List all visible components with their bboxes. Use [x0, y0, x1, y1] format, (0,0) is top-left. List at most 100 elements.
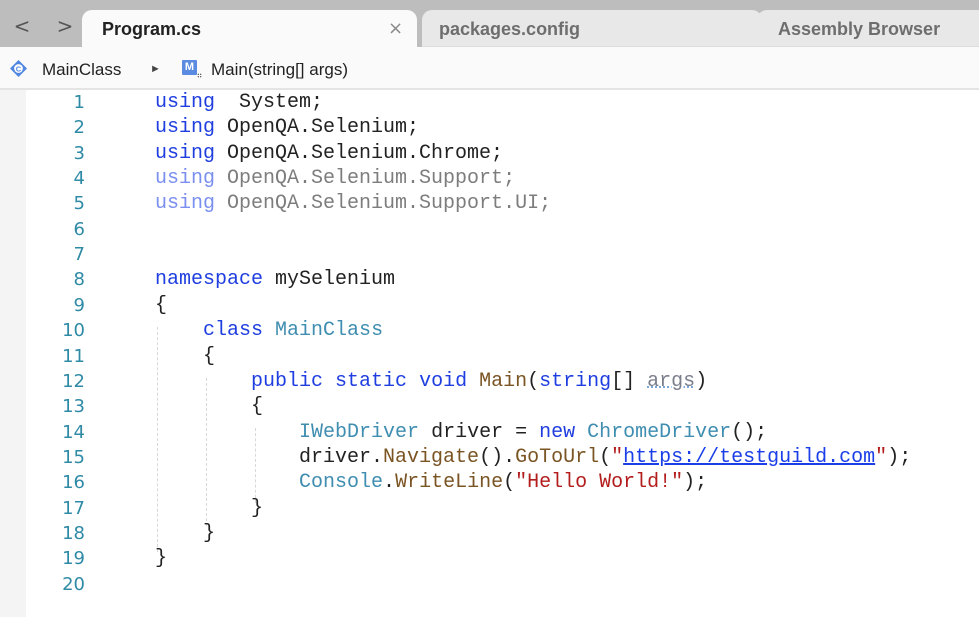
code-line[interactable]: 17 }	[26, 496, 979, 521]
method-icon-letter: M	[184, 61, 195, 73]
code-line[interactable]: 4 using OpenQA.Selenium.Support;	[26, 166, 979, 191]
breadcrumb-item-mainclass[interactable]: MainClass	[42, 60, 121, 80]
code-text: using System;	[155, 90, 323, 115]
line-number: 12	[62, 370, 85, 392]
type-token: IWebDriver	[299, 420, 420, 444]
code-line[interactable]: 11 {	[26, 344, 979, 369]
method-token: Main	[479, 369, 528, 393]
code-line[interactable]: 14 IWebDriver driver = new ChromeDriver(…	[26, 420, 979, 445]
code-line[interactable]: 19}	[26, 546, 979, 571]
code-line[interactable]: 12 public static void Main(string[] args…	[26, 369, 979, 394]
text-token: (	[503, 471, 516, 495]
keyword-token: class	[203, 319, 264, 343]
parameter-token: args	[647, 369, 696, 393]
code-line[interactable]: 2 using OpenQA.Selenium;	[26, 115, 979, 140]
type-token: MainClass	[275, 319, 384, 343]
class-icon: C	[10, 60, 27, 77]
text-token: ();	[731, 420, 768, 444]
left-gutter	[0, 90, 26, 617]
code-text: using OpenQA.Selenium;	[155, 115, 419, 140]
line-number: 11	[62, 345, 85, 367]
text-token: OpenQA.Selenium.Support;	[215, 167, 516, 191]
text-token: )	[695, 369, 708, 393]
text-token: {	[155, 293, 168, 317]
text-token: {	[155, 344, 216, 368]
keyword-token: public	[251, 369, 324, 393]
code-line[interactable]: 20	[26, 572, 979, 597]
forward-button[interactable]: >	[55, 14, 75, 38]
code-line[interactable]: 9{	[26, 293, 979, 318]
code-text: Console.WriteLine("Hello World!");	[155, 470, 707, 495]
line-number: 6	[73, 218, 85, 240]
text-token: (	[527, 369, 540, 393]
url-link[interactable]: https://testguild.com	[623, 446, 875, 469]
tab-program-cs[interactable]: Program.cs ×	[82, 10, 417, 47]
text-token: OpenQA.Selenium.Support.UI;	[215, 192, 552, 216]
line-number: 17	[62, 497, 85, 519]
code-text: }	[155, 496, 263, 521]
keyword-token: static	[335, 369, 408, 393]
text-token: ().	[479, 445, 516, 469]
code-line[interactable]: 6	[26, 217, 979, 242]
text-token: OpenQA.Selenium.Chrome;	[215, 141, 504, 165]
code-line[interactable]: 10 class MainClass	[26, 318, 979, 343]
text-token: .	[383, 471, 396, 495]
tab-packages-config[interactable]: packages.config	[422, 10, 762, 47]
line-number: 2	[73, 117, 85, 139]
code-line[interactable]: 8 namespace mySelenium	[26, 267, 979, 292]
code-line[interactable]: 15 driver.Navigate().GoToUrl("https://te…	[26, 445, 979, 470]
keyword-token: using	[155, 192, 216, 216]
keyword-token: using	[155, 167, 216, 191]
tab-label: Assembly Browser	[778, 19, 941, 39]
tab-label: packages.config	[439, 19, 581, 39]
code-line[interactable]: 7	[26, 242, 979, 267]
code-text: class MainClass	[155, 318, 383, 343]
text-token: (	[599, 445, 612, 469]
back-button[interactable]: <	[12, 14, 32, 38]
code-editor[interactable]: 1 using System; 2 using OpenQA.Selenium; 3 us…	[26, 90, 979, 617]
code-text: using OpenQA.Selenium.Chrome;	[155, 141, 503, 166]
string-token: "	[611, 445, 624, 469]
line-number: 5	[73, 193, 85, 215]
keyword-token: namespace	[155, 268, 264, 292]
tab-label: Program.cs	[102, 19, 202, 39]
line-number: 19	[62, 548, 85, 570]
code-text: {	[155, 394, 263, 419]
code-line[interactable]: 18 }	[26, 521, 979, 546]
breadcrumb-separator-icon: ►	[150, 63, 161, 75]
text-token: []	[611, 369, 648, 393]
breadcrumb-item-main-method[interactable]: Main(string[] args)	[211, 60, 348, 80]
keyword-token: using	[155, 141, 216, 165]
code-text: namespace mySelenium	[155, 267, 395, 292]
keyword-token: new	[539, 420, 576, 444]
method-token: Navigate	[383, 445, 480, 469]
method-token: GoToUrl	[515, 445, 600, 469]
type-token: Console	[299, 471, 384, 495]
code-text: }	[155, 521, 215, 546]
type-token: ChromeDriver	[587, 420, 732, 444]
text-token: driver.	[155, 445, 384, 469]
code-line[interactable]: 1 using System;	[26, 90, 979, 115]
tab-assembly-browser[interactable]: Assembly Browser	[757, 10, 979, 47]
text-token: );	[887, 445, 912, 469]
keyword-token: using	[155, 116, 216, 140]
code-line[interactable]: 3 using OpenQA.Selenium.Chrome;	[26, 141, 979, 166]
line-number: 13	[62, 396, 85, 418]
line-number: 16	[62, 472, 85, 494]
code-text: using OpenQA.Selenium.Support.UI;	[155, 191, 551, 216]
line-number: 4	[73, 168, 85, 190]
code-line[interactable]: 5 using OpenQA.Selenium.Support.UI;	[26, 191, 979, 216]
text-token: System;	[215, 91, 324, 114]
chevron-left-icon: <	[13, 14, 31, 38]
code-text: {	[155, 293, 167, 318]
text-token: );	[683, 471, 708, 495]
close-icon[interactable]: ×	[388, 18, 403, 39]
code-line[interactable]: 13 {	[26, 394, 979, 419]
code-line[interactable]: 16 Console.WriteLine("Hello World!");	[26, 470, 979, 495]
